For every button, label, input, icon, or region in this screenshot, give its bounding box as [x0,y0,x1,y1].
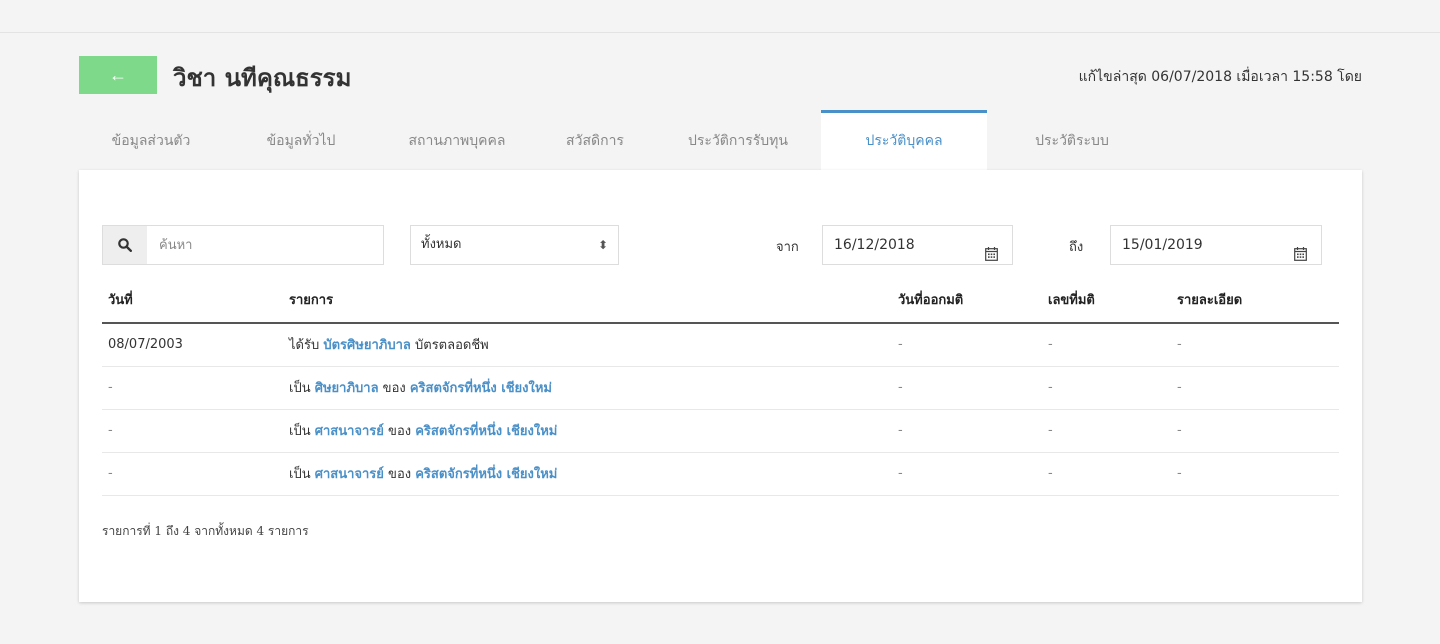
tab-4[interactable]: ประวัติการรับทุน [655,110,821,170]
cell-number: - [1042,409,1171,453]
type-select[interactable]: ทั้งหมด ⬍ [410,225,619,265]
column-header-date[interactable]: วันที่ [102,277,283,324]
calendar-icon[interactable] [1294,238,1307,276]
search-group [102,225,384,265]
cell-issued: - [892,452,1042,496]
cell-item: เป็น ศิษยาภิบาล ของ คริสตจักรที่หนึ่ง เช… [283,366,892,410]
item-text: ของ [378,381,410,396]
tab-2[interactable]: สถานภาพบุคคล [379,110,535,170]
cell-number: - [1042,366,1171,410]
item-text: ได้รับ [289,338,324,354]
last-edit-info: แก้ไขล่าสุด 06/07/2018 เมื่อเวลา 15:58 โ… [1078,69,1362,85]
item-text: เป็น [289,467,315,482]
cell-number: - [1042,323,1171,367]
from-date-input[interactable]: 16/12/2018 [822,225,1013,265]
history-table: วันที่ รายการ วันที่ออกมติ เลขที่มติ ราย… [102,277,1339,496]
type-select-value: ทั้งหมด [421,237,462,252]
cell-issued: - [892,366,1042,410]
cell-date: 08/07/2003 [102,323,283,367]
tab-bar: ข้อมูลส่วนตัว ข้อมูลทั่วไป สถานภาพบุคคล สวั… [79,110,1362,170]
cell-item: เป็น ศาสนาจารย์ ของ คริสตจักรที่หนึ่ง เช… [283,409,892,453]
tab-6[interactable]: ประวัติระบบ [987,110,1157,170]
cell-detail: - [1171,366,1339,410]
back-button[interactable]: ← [79,56,157,94]
item-text: บัตรตลอดชีพ [410,338,489,354]
cell-date: - [102,409,283,453]
page-title: วิชา นทีคุณธรรม [173,64,352,92]
item-text: ของ [383,424,416,439]
table-row: - เป็น ศิษยาภิบาล ของ คริสตจักรที่หนึ่ง เ… [102,366,1339,410]
item-link[interactable]: บัตรศิษยาภิบาล [323,338,411,353]
item-text: เป็น [289,381,315,396]
cell-issued: - [892,323,1042,367]
item-link[interactable]: ศิษยาภิบาล [315,381,379,396]
item-link[interactable]: ศาสนาจารย์ [315,424,384,439]
table-header-row: วันที่ รายการ วันที่ออกมติ เลขที่มติ ราย… [102,277,1339,324]
top-divider [0,32,1440,33]
cell-item: ได้รับ บัตรศิษยาภิบาล บัตรตลอดชีพ [283,323,892,367]
tab-1[interactable]: ข้อมูลทั่วไป [223,110,379,170]
item-text: ของ [383,467,416,482]
cell-date: - [102,366,283,410]
tab-3[interactable]: สวัสดิการ [535,110,655,170]
cell-date: - [102,452,283,496]
cell-detail: - [1171,452,1339,496]
cell-detail: - [1171,409,1339,453]
to-date-input[interactable]: 15/01/2019 [1110,225,1322,265]
cell-detail: - [1171,323,1339,367]
table-row: - เป็น ศาสนาจารย์ ของ คริสตจักรที่หนึ่ง เ… [102,452,1339,496]
column-header-issued-date[interactable]: วันที่ออกมติ [892,277,1042,324]
calendar-icon[interactable] [985,238,998,276]
column-header-resolution-number[interactable]: เลขที่มติ [1042,277,1171,324]
to-label: ถึง [1069,240,1084,255]
item-link[interactable]: คริสตจักรที่หนึ่ง เชียงใหม่ [415,424,557,439]
to-date-value: 15/01/2019 [1122,237,1203,253]
item-link[interactable]: ศาสนาจารย์ [315,467,384,482]
column-header-item[interactable]: รายการ [283,277,892,324]
cell-item: เป็น ศาสนาจารย์ ของ คริสตจักรที่หนึ่ง เช… [283,452,892,496]
table-summary: รายการที่ 1 ถึง 4 จากทั้งหมด 4 รายการ [102,524,309,538]
cell-number: - [1042,452,1171,496]
tab-0[interactable]: ข้อมูลส่วนตัว [79,110,223,170]
page-header: ← วิชา นทีคุณธรรม แก้ไขล่าสุด 06/07/2018… [79,56,1362,96]
content-card: ทั้งหมด ⬍ จาก 16/12/2018 ถึง 15/01/2019 [79,170,1362,602]
item-link[interactable]: คริสตจักรที่หนึ่ง เชียงใหม่ [410,381,552,396]
search-icon[interactable] [103,226,147,264]
table-row: - เป็น ศาสนาจารย์ ของ คริสตจักรที่หนึ่ง เ… [102,409,1339,453]
tab-5[interactable]: ประวัติบุคคล [821,110,987,170]
select-arrow-icon: ⬍ [597,238,608,252]
item-text: เป็น [289,424,315,439]
search-input[interactable] [147,226,383,264]
cell-issued: - [892,409,1042,453]
from-label: จาก [776,240,799,255]
column-header-detail[interactable]: รายละเอียด [1171,277,1339,324]
arrow-left-icon: ← [109,65,127,85]
item-link[interactable]: คริสตจักรที่หนึ่ง เชียงใหม่ [415,467,557,482]
from-date-value: 16/12/2018 [834,237,915,253]
table-row: 08/07/2003 ได้รับ บัตรศิษยาภิบาล บัตรตลอด… [102,323,1339,367]
